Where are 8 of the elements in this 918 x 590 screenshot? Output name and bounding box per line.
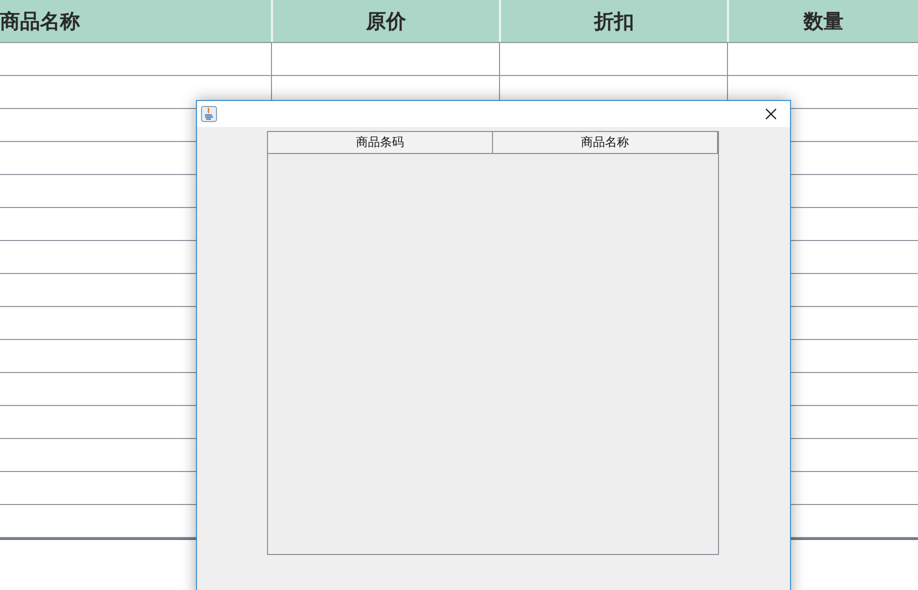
close-icon[interactable] bbox=[765, 108, 777, 120]
column-header[interactable]: 商品条码 bbox=[268, 132, 493, 154]
column-header: 数量 bbox=[727, 0, 918, 42]
column-header: 原价 bbox=[271, 0, 499, 42]
column-header[interactable]: 商品名称 bbox=[493, 132, 718, 154]
cup-icon bbox=[201, 106, 217, 122]
column-header: 商品名称 bbox=[0, 8, 81, 34]
column-header: 折扣 bbox=[499, 0, 727, 42]
